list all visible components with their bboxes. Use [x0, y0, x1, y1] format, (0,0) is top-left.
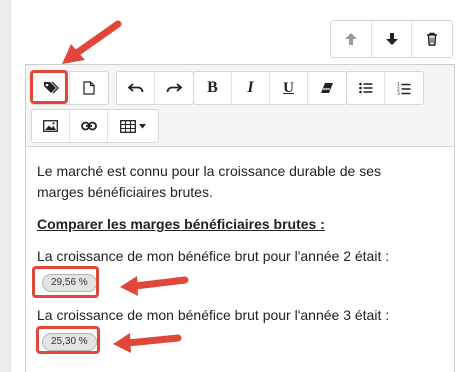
- redo-button[interactable]: [155, 72, 193, 104]
- highlight-box-tag-button: [30, 70, 68, 104]
- trash-icon: [427, 32, 438, 46]
- arrow-down-icon: [385, 33, 398, 45]
- year3-growth-text: La croissance de mon bénéfice brut pour …: [37, 307, 390, 323]
- caret-down-icon: [139, 123, 146, 128]
- delete-block-button[interactable]: [412, 21, 452, 57]
- link-icon: [80, 121, 97, 131]
- table-icon: [120, 119, 136, 133]
- clear-format-button[interactable]: [308, 72, 346, 104]
- underline-button[interactable]: U: [270, 72, 308, 104]
- eraser-icon: [321, 83, 333, 93]
- editor-toolbar: B I U 123: [26, 65, 454, 147]
- undo-button[interactable]: [117, 72, 155, 104]
- insert-table-button[interactable]: [108, 110, 158, 142]
- italic-button[interactable]: I: [232, 72, 270, 104]
- insert-document-button[interactable]: [70, 72, 108, 104]
- move-up-button[interactable]: [331, 21, 372, 57]
- intro-paragraph: Le marché est connu pour la croissance d…: [37, 163, 381, 200]
- svg-text:3: 3: [397, 91, 400, 95]
- bullet-list-icon: [358, 82, 372, 94]
- bold-label: B: [207, 79, 218, 96]
- left-sidebar-strip: [0, 0, 11, 372]
- underline-label: U: [283, 79, 294, 96]
- highlight-box-year3-tag: [36, 326, 100, 354]
- block-actions-group: [330, 20, 453, 58]
- toolbar-group-format: B I U: [193, 71, 347, 105]
- italic-label: I: [247, 79, 254, 96]
- arrow-to-tag-button: [62, 20, 122, 64]
- undo-icon: [127, 83, 143, 93]
- toolbar-group-lists: 123: [346, 71, 424, 105]
- document-icon: [83, 81, 95, 95]
- editor-content[interactable]: Le marché est connu pour la croissance d…: [37, 161, 437, 351]
- redo-icon: [166, 83, 182, 93]
- image-icon: [43, 120, 58, 132]
- insert-link-button[interactable]: [70, 110, 108, 142]
- toolbar-group-history: [116, 71, 194, 105]
- move-down-button[interactable]: [372, 21, 413, 57]
- toolbar-group-media: [31, 109, 159, 143]
- section-heading: Comparer les marges bénéficiaires brutes…: [37, 216, 325, 232]
- insert-image-button[interactable]: [32, 110, 70, 142]
- highlight-box-year2-tag: [32, 266, 99, 298]
- bold-button[interactable]: B: [194, 72, 232, 104]
- numbered-list-button[interactable]: 123: [385, 72, 423, 104]
- year2-growth-text: La croissance de mon bénéfice brut pour …: [37, 248, 390, 264]
- numbered-list-icon: 123: [397, 82, 411, 95]
- bullet-list-button[interactable]: [347, 72, 385, 104]
- arrow-up-icon: [344, 33, 357, 45]
